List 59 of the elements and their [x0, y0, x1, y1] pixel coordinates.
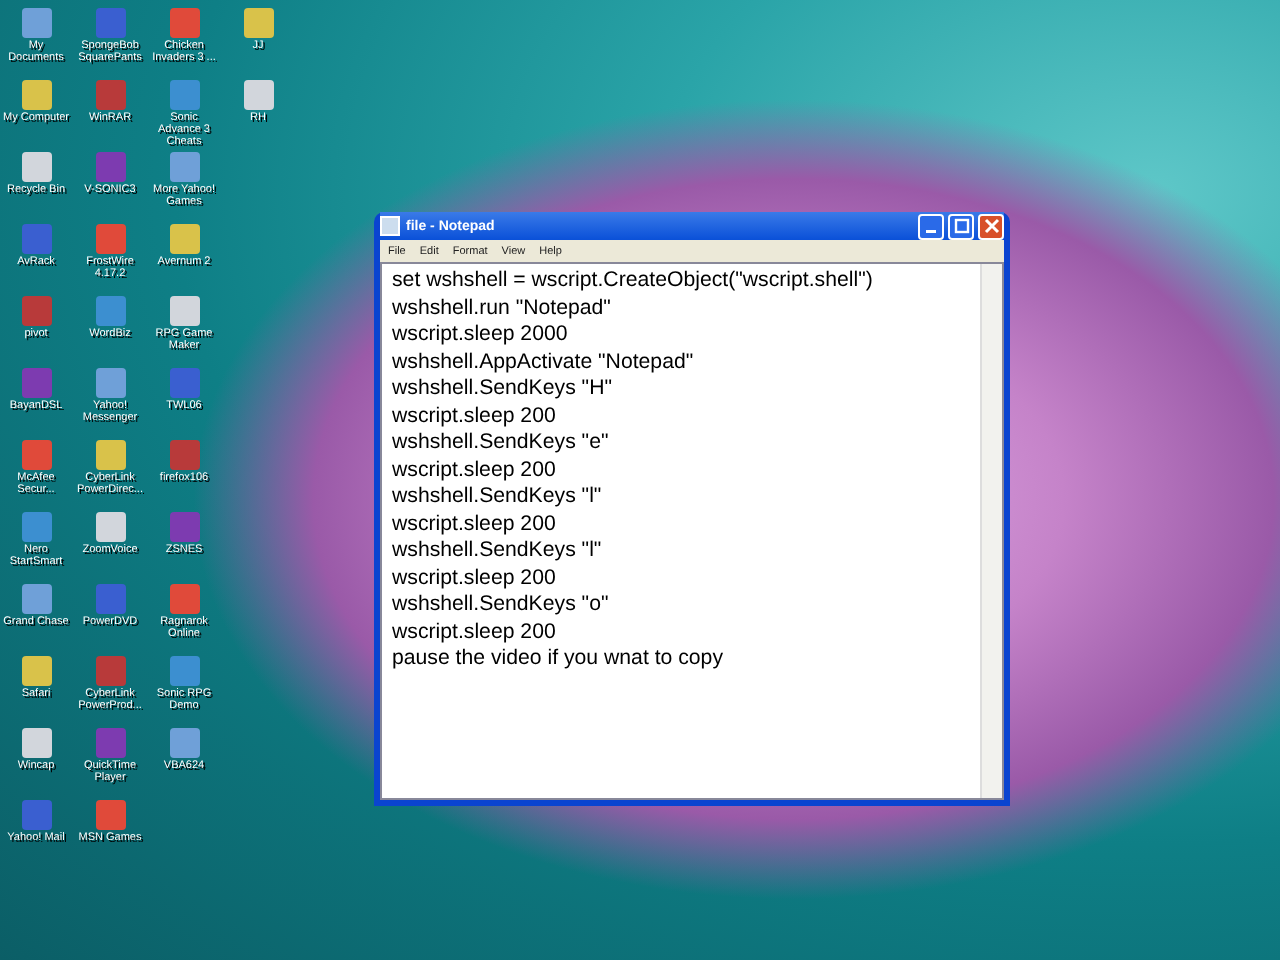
program-icon — [169, 728, 199, 758]
scrollbar[interactable] — [980, 264, 1002, 798]
program-icon — [95, 296, 125, 326]
program-icon — [169, 80, 199, 110]
program-icon — [21, 8, 51, 38]
program-icon — [169, 584, 199, 614]
text-line: wscript.sleep 200 — [392, 619, 558, 646]
program-icon — [21, 440, 51, 470]
close-icon — [983, 218, 999, 234]
program-icon — [21, 584, 51, 614]
program-icon — [169, 8, 199, 38]
text-line: wshshell.SendKeys "l" — [392, 484, 604, 511]
program-icon — [95, 224, 125, 254]
minimize-button[interactable] — [918, 213, 944, 239]
program-icon — [169, 440, 199, 470]
text-line: wshshell.SendKeys "e" — [392, 430, 611, 457]
program-icon — [95, 656, 125, 686]
program-icon — [95, 800, 125, 830]
program-icon — [21, 296, 51, 326]
program-icon — [169, 152, 199, 182]
text-line: wshshell.SendKeys "l" — [392, 538, 604, 565]
text-line: wshshell.AppActivate "Notepad" — [392, 349, 696, 376]
program-icon — [21, 152, 51, 182]
program-icon — [169, 656, 199, 686]
program-icon — [21, 656, 51, 686]
text-line: wscript.sleep 200 — [392, 457, 558, 484]
text-line: wshshell.SendKeys "H" — [392, 376, 614, 403]
close-button[interactable] — [978, 213, 1004, 239]
text-line: wshshell.SendKeys "o" — [392, 592, 611, 619]
text-line: pause the video if you wnat to copy — [392, 646, 725, 673]
program-icon — [21, 800, 51, 830]
program-icon — [95, 8, 125, 38]
program-icon — [21, 368, 51, 398]
program-icon — [95, 80, 125, 110]
program-icon — [21, 80, 51, 110]
text-line: wshshell.run "Notepad" — [392, 295, 613, 322]
text-line: wscript.sleep 200 — [392, 565, 558, 592]
notepad-icon — [380, 216, 400, 236]
program-icon — [243, 80, 273, 110]
text-line: wscript.sleep 2000 — [392, 322, 570, 349]
program-icon — [243, 8, 273, 38]
program-icon — [21, 728, 51, 758]
program-icon — [169, 224, 199, 254]
program-icon — [21, 224, 51, 254]
maximize-button[interactable] — [948, 213, 974, 239]
program-icon — [95, 728, 125, 758]
program-icon — [95, 584, 125, 614]
text-line: set wshshell = wscript.CreateObject("wscript.shell") — [392, 268, 875, 295]
program-icon — [169, 296, 199, 326]
maximize-icon — [953, 218, 969, 234]
text-line: wscript.sleep 200 — [392, 403, 558, 430]
program-icon — [95, 512, 125, 542]
program-icon — [21, 512, 51, 542]
text-line: wscript.sleep 200 — [392, 511, 558, 538]
program-icon — [169, 368, 199, 398]
program-icon — [95, 152, 125, 182]
program-icon — [169, 512, 199, 542]
program-icon — [95, 368, 125, 398]
program-icon — [95, 440, 125, 470]
